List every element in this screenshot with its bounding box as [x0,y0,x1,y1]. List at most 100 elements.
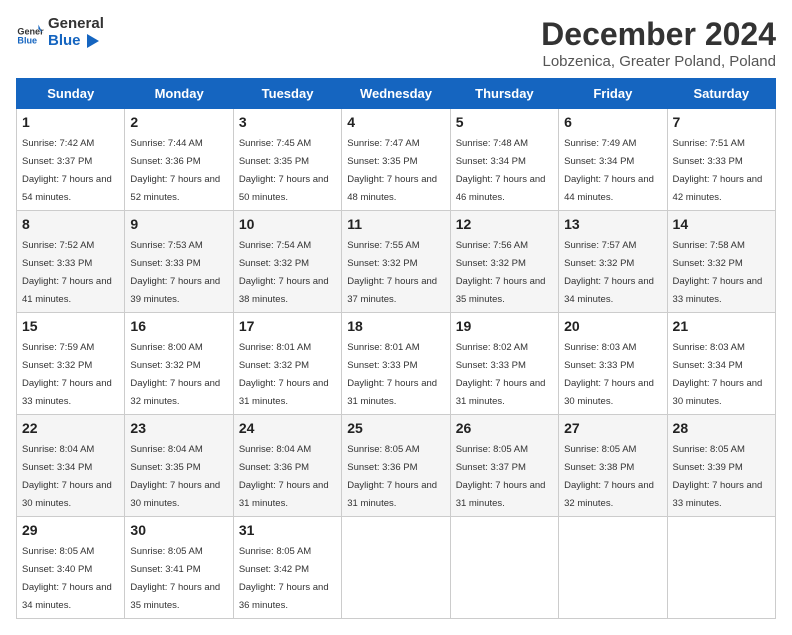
day-info: Sunrise: 8:05 AMSunset: 3:36 PMDaylight:… [347,444,437,509]
calendar-cell: 6 Sunrise: 7:49 AMSunset: 3:34 PMDaylight… [559,109,667,211]
day-number: 23 [130,420,227,436]
calendar-cell: 5 Sunrise: 7:48 AMSunset: 3:34 PMDaylight… [450,109,558,211]
day-info: Sunrise: 8:05 AMSunset: 3:42 PMDaylight:… [239,546,329,611]
calendar-cell: 3Sunrise: 7:45 AMSunset: 3:35 PMDaylight… [233,109,341,211]
logo-general: General [48,16,105,33]
calendar-cell: 25 Sunrise: 8:05 AMSunset: 3:36 PMDayligh… [342,415,450,517]
day-number: 18 [347,318,444,334]
day-number: 1 [22,114,119,130]
day-info: Sunrise: 7:58 AMSunset: 3:32 PMDaylight:… [673,240,763,305]
calendar-cell: 11 Sunrise: 7:55 AMSunset: 3:32 PMDayligh… [342,211,450,313]
day-info: Sunrise: 8:02 AMSunset: 3:33 PMDaylight:… [456,342,546,407]
day-info: Sunrise: 8:03 AMSunset: 3:34 PMDaylight:… [673,342,763,407]
day-number: 9 [130,216,227,232]
day-number: 28 [673,420,770,436]
weekday-header-sunday: Sunday [17,79,125,109]
calendar-cell: 17Sunrise: 8:01 AMSunset: 3:32 PMDayligh… [233,313,341,415]
day-info: Sunrise: 7:56 AMSunset: 3:32 PMDaylight:… [456,240,546,305]
day-number: 21 [673,318,770,334]
calendar-cell: 1 Sunrise: 7:42 AMSunset: 3:37 PMDaylight… [17,109,125,211]
calendar-cell: 22 Sunrise: 8:04 AMSunset: 3:34 PMDayligh… [17,415,125,517]
calendar-body: 1 Sunrise: 7:42 AMSunset: 3:37 PMDaylight… [17,109,776,619]
day-number: 20 [564,318,661,334]
day-info: Sunrise: 8:05 AMSunset: 3:38 PMDaylight:… [564,444,654,509]
weekday-header-wednesday: Wednesday [342,79,450,109]
day-number: 16 [130,318,227,334]
calendar-cell: 31 Sunrise: 8:05 AMSunset: 3:42 PMDayligh… [233,517,341,619]
day-info: Sunrise: 7:48 AMSunset: 3:34 PMDaylight:… [456,138,546,203]
day-info: Sunrise: 7:47 AMSunset: 3:35 PMDaylight:… [347,138,437,203]
day-number: 4 [347,114,444,130]
calendar-cell: 18 Sunrise: 8:01 AMSunset: 3:33 PMDayligh… [342,313,450,415]
calendar-cell [342,517,450,619]
page-subtitle: Lobzenica, Greater Poland, Poland [541,53,776,70]
calendar-cell: 30Sunrise: 8:05 AMSunset: 3:41 PMDayligh… [125,517,233,619]
day-info: Sunrise: 7:44 AMSunset: 3:36 PMDaylight:… [130,138,220,203]
calendar-cell: 14 Sunrise: 7:58 AMSunset: 3:32 PMDayligh… [667,211,775,313]
calendar-cell: 10Sunrise: 7:54 AMSunset: 3:32 PMDayligh… [233,211,341,313]
calendar-cell: 24Sunrise: 8:04 AMSunset: 3:36 PMDayligh… [233,415,341,517]
day-number: 11 [347,216,444,232]
calendar-cell: 29Sunrise: 8:05 AMSunset: 3:40 PMDayligh… [17,517,125,619]
day-number: 3 [239,114,336,130]
calendar-cell: 7Sunrise: 7:51 AMSunset: 3:33 PMDaylight… [667,109,775,211]
day-info: Sunrise: 8:00 AMSunset: 3:32 PMDaylight:… [130,342,220,407]
day-number: 27 [564,420,661,436]
calendar-cell: 13Sunrise: 7:57 AMSunset: 3:32 PMDayligh… [559,211,667,313]
day-info: Sunrise: 7:42 AMSunset: 3:37 PMDaylight:… [22,138,112,203]
calendar-cell: 19Sunrise: 8:02 AMSunset: 3:33 PMDayligh… [450,313,558,415]
calendar-cell [667,517,775,619]
day-info: Sunrise: 8:05 AMSunset: 3:39 PMDaylight:… [673,444,763,509]
calendar-cell: 21 Sunrise: 8:03 AMSunset: 3:34 PMDayligh… [667,313,775,415]
page-header: General Blue General Blue December 2024 … [16,16,776,70]
calendar-cell: 4 Sunrise: 7:47 AMSunset: 3:35 PMDaylight… [342,109,450,211]
day-number: 17 [239,318,336,334]
day-info: Sunrise: 8:05 AMSunset: 3:37 PMDaylight:… [456,444,546,509]
day-info: Sunrise: 8:04 AMSunset: 3:35 PMDaylight:… [130,444,220,509]
day-number: 26 [456,420,553,436]
weekday-header-thursday: Thursday [450,79,558,109]
day-number: 24 [239,420,336,436]
calendar-cell: 16 Sunrise: 8:00 AMSunset: 3:32 PMDayligh… [125,313,233,415]
weekday-header-monday: Monday [125,79,233,109]
calendar-cell: 9 Sunrise: 7:53 AMSunset: 3:33 PMDaylight… [125,211,233,313]
calendar-week-2: 8Sunrise: 7:52 AMSunset: 3:33 PMDaylight… [17,211,776,313]
calendar-cell [559,517,667,619]
day-number: 31 [239,522,336,538]
day-number: 2 [130,114,227,130]
day-info: Sunrise: 7:53 AMSunset: 3:33 PMDaylight:… [130,240,220,305]
calendar-header-row: SundayMondayTuesdayWednesdayThursdayFrid… [17,79,776,109]
day-info: Sunrise: 8:04 AMSunset: 3:34 PMDaylight:… [22,444,112,509]
logo: General Blue General Blue [16,16,105,49]
day-info: Sunrise: 8:05 AMSunset: 3:41 PMDaylight:… [130,546,220,611]
calendar-cell: 15Sunrise: 7:59 AMSunset: 3:32 PMDayligh… [17,313,125,415]
calendar-cell: 23 Sunrise: 8:04 AMSunset: 3:35 PMDayligh… [125,415,233,517]
calendar-cell: 20Sunrise: 8:03 AMSunset: 3:33 PMDayligh… [559,313,667,415]
calendar-cell: 26 Sunrise: 8:05 AMSunset: 3:37 PMDayligh… [450,415,558,517]
day-info: Sunrise: 8:05 AMSunset: 3:40 PMDaylight:… [22,546,112,611]
calendar-cell: 8Sunrise: 7:52 AMSunset: 3:33 PMDaylight… [17,211,125,313]
day-number: 22 [22,420,119,436]
calendar-week-4: 22 Sunrise: 8:04 AMSunset: 3:34 PMDayligh… [17,415,776,517]
calendar-cell: 28 Sunrise: 8:05 AMSunset: 3:39 PMDayligh… [667,415,775,517]
weekday-header-friday: Friday [559,79,667,109]
day-number: 25 [347,420,444,436]
day-number: 7 [673,114,770,130]
day-info: Sunrise: 7:49 AMSunset: 3:34 PMDaylight:… [564,138,654,203]
svg-text:Blue: Blue [17,35,37,45]
day-info: Sunrise: 8:01 AMSunset: 3:33 PMDaylight:… [347,342,437,407]
day-number: 10 [239,216,336,232]
day-info: Sunrise: 7:55 AMSunset: 3:32 PMDaylight:… [347,240,437,305]
day-number: 6 [564,114,661,130]
calendar-week-1: 1 Sunrise: 7:42 AMSunset: 3:37 PMDaylight… [17,109,776,211]
weekday-header-saturday: Saturday [667,79,775,109]
day-info: Sunrise: 7:59 AMSunset: 3:32 PMDaylight:… [22,342,112,407]
day-number: 13 [564,216,661,232]
calendar-cell: 12Sunrise: 7:56 AMSunset: 3:32 PMDayligh… [450,211,558,313]
day-number: 5 [456,114,553,130]
day-number: 8 [22,216,119,232]
calendar-cell: 2 Sunrise: 7:44 AMSunset: 3:36 PMDaylight… [125,109,233,211]
logo-blue: Blue [48,33,105,50]
calendar-week-5: 29Sunrise: 8:05 AMSunset: 3:40 PMDayligh… [17,517,776,619]
day-number: 14 [673,216,770,232]
